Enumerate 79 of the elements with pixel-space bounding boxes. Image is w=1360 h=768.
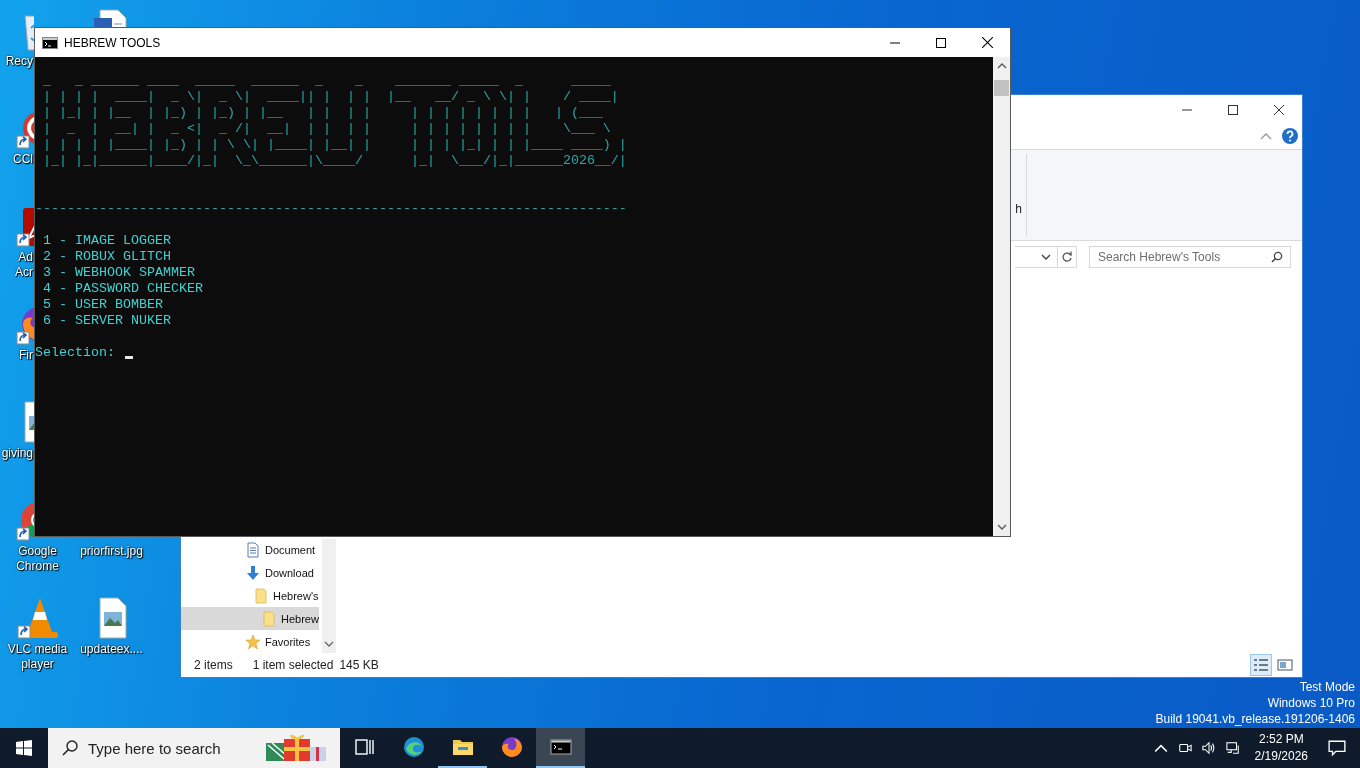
ascii-art-line: | |_| | |__ | |_) | |_) | |__ | | | | | | | | | | | | | (___ xyxy=(43,105,604,121)
scroll-up-icon[interactable] xyxy=(996,63,1007,69)
details-view-button[interactable] xyxy=(1250,654,1272,676)
help-icon[interactable] xyxy=(1282,128,1298,144)
ascii-art-line: | | | | |____| |_) | | \ \| |____| |__| | | | | |_| | | |____ ____) | xyxy=(43,137,627,153)
scrollbar[interactable] xyxy=(993,57,1010,536)
system-info-text: Windows 10 Pro xyxy=(1267,695,1355,711)
speaker-icon[interactable] xyxy=(1201,741,1216,755)
scrollbar-thumb[interactable] xyxy=(994,80,1009,96)
start-icon xyxy=(16,740,32,756)
icon-label: priorfirst.jpg xyxy=(80,544,143,559)
refresh-icon xyxy=(1061,251,1073,263)
search-icon xyxy=(1271,251,1283,263)
ascii-art-line: |_| |_|______|____/|_| \_\______|\____/ |_| \___/|_|______2026__/| xyxy=(43,153,627,169)
network-icon[interactable] xyxy=(1225,741,1240,755)
menu-option: 3 - WEBHOOK SPAMMER xyxy=(43,265,195,281)
text-cursor xyxy=(125,356,133,359)
camera-icon[interactable] xyxy=(1177,741,1192,755)
notification-icon[interactable] xyxy=(1328,739,1346,757)
taskbar-search-field[interactable]: Type here to search xyxy=(48,728,340,768)
folder-icon xyxy=(253,588,269,604)
icon-label: player xyxy=(21,657,54,672)
icon-label: Ad xyxy=(18,250,33,265)
ribbon-label[interactable]: h xyxy=(1015,202,1022,216)
menu-option: 2 - ROBUX GLITCH xyxy=(43,249,171,265)
selection-prompt: Selection: xyxy=(35,345,115,361)
maximize-icon xyxy=(936,37,946,48)
ascii-art-line: | _ | __| | _ <| _ /| __| | | | | | | | | | | | | \___ \ xyxy=(43,121,612,137)
menu-option: 4 - PASSWORD CHECKER xyxy=(43,281,203,297)
terminal-icon xyxy=(42,36,58,49)
menu-option: 6 - SERVER NUKER xyxy=(43,313,171,329)
star-icon xyxy=(245,633,261,650)
scroll-down-icon[interactable] xyxy=(324,641,334,647)
clock-date[interactable]: 2/19/2026 xyxy=(1254,748,1308,765)
icon-label: CCl xyxy=(13,152,33,167)
ascii-art-line: _ _ ______ ____ _____ ______ _ _ _______ _____ _ _____ xyxy=(43,73,612,89)
icon-label: Acr xyxy=(15,265,33,280)
menu-option: 1 - IMAGE LOGGER xyxy=(43,233,171,249)
window-title: HEBREW TOOLS xyxy=(64,35,161,50)
icon-label: VLC media xyxy=(7,642,68,657)
browser-icon xyxy=(401,735,426,759)
thumbnail-view-icon xyxy=(1277,658,1293,672)
down-arrow-icon xyxy=(245,565,261,582)
close-icon xyxy=(981,37,993,48)
menu-option: 5 - USER BOMBER xyxy=(43,297,163,313)
browser-icon xyxy=(499,735,524,759)
icon-label: Chrome xyxy=(16,559,59,574)
close-icon xyxy=(1274,105,1284,115)
address-bar[interactable] xyxy=(1015,246,1077,268)
icon-label: updateex.... xyxy=(80,642,143,657)
document-icon xyxy=(245,542,261,559)
collapse-ribbon-icon[interactable] xyxy=(1260,132,1272,140)
scrollbar[interactable] xyxy=(322,539,336,653)
nav-item[interactable]: Hebrew's xyxy=(181,584,319,608)
system-info-text: Build 19041.vb_release.191206-1406 xyxy=(1155,711,1355,727)
icon-label: Recy xyxy=(5,54,33,69)
vlc-icon[interactable] xyxy=(15,596,60,640)
status-text: 145 KB xyxy=(339,658,379,672)
clock-time[interactable]: 2:52 PM xyxy=(1258,731,1304,748)
icon-label: Google xyxy=(18,544,57,559)
folder-icon xyxy=(261,610,277,627)
nav-item[interactable]: Favorites xyxy=(181,630,319,653)
icon-label: giving xyxy=(1,446,33,461)
nav-item[interactable]: Download xyxy=(181,561,319,585)
maximize-icon xyxy=(1228,105,1238,115)
dropdown-caret-icon[interactable] xyxy=(1041,254,1051,260)
search-field[interactable]: Search Hebrew's Tools xyxy=(1089,246,1291,268)
dashed-divider: -------------------------------------------------------------------------- xyxy=(35,201,627,217)
nav-item[interactable]: Document xyxy=(181,539,319,562)
ascii-art-line: | | | | ____| _ \| _ \| ____|| | | | |__ __/ _ \ \| | / ____| xyxy=(43,89,619,105)
status-text: 1 item selected xyxy=(252,658,334,672)
icon-label: Fir xyxy=(19,348,33,363)
scroll-down-icon[interactable] xyxy=(996,524,1007,530)
nav-item[interactable]: Hebrew xyxy=(181,607,319,631)
search-icon xyxy=(62,740,78,756)
details-view-icon xyxy=(1253,658,1269,672)
taskbar-app-button[interactable] xyxy=(536,728,585,768)
status-text: 2 items xyxy=(194,658,233,672)
system-info-text: Test Mode xyxy=(1299,679,1355,695)
